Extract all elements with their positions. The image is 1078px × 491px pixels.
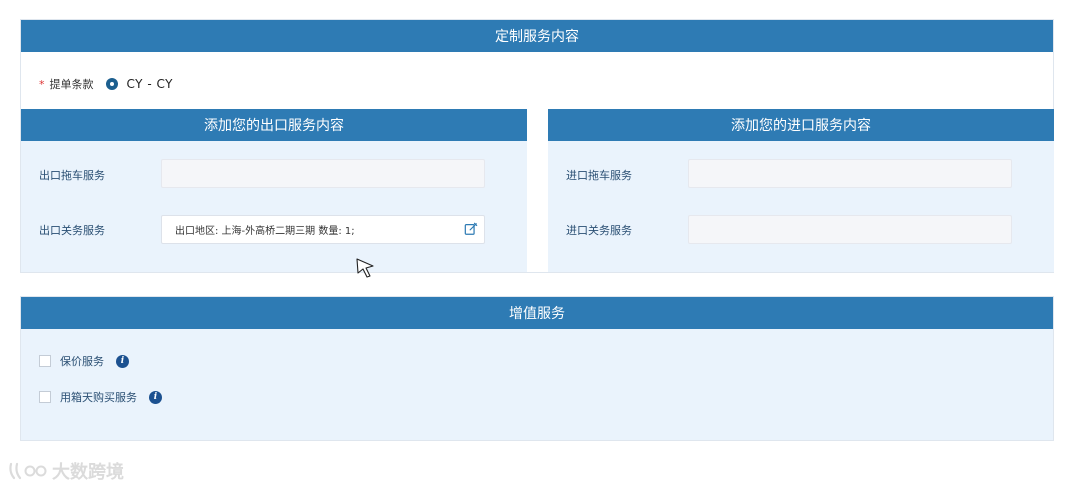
- container-days-checkbox[interactable]: [39, 391, 51, 403]
- value-added-section: 增值服务 保价服务 i 用箱天购买服务 i: [20, 296, 1054, 441]
- value-added-title-bar: 增值服务: [21, 297, 1053, 329]
- import-trucking-label: 进口拖车服务: [566, 169, 632, 182]
- import-customs-field[interactable]: [688, 215, 1012, 244]
- section-title-bar: 定制服务内容: [21, 20, 1053, 52]
- container-days-row: 用箱天购买服务 i: [39, 389, 162, 405]
- container-days-label[interactable]: 用箱天购买服务: [60, 389, 137, 405]
- mouse-pointer-icon: [356, 258, 374, 278]
- cy-cy-radio-label[interactable]: CY - CY: [127, 77, 173, 91]
- import-trucking-field[interactable]: [688, 159, 1012, 188]
- section-title: 定制服务内容: [495, 29, 579, 45]
- cy-cy-radio[interactable]: [105, 78, 118, 90]
- export-trucking-label: 出口拖车服务: [39, 169, 105, 182]
- export-panel-title: 添加您的出口服务内容: [204, 118, 344, 134]
- export-customs-label: 出口关务服务: [39, 224, 105, 237]
- insurance-service-row: 保价服务 i: [39, 353, 129, 369]
- import-panel-title: 添加您的进口服务内容: [731, 118, 871, 134]
- custom-service-section: 定制服务内容 * 提单条款 CY - CY 添加您的出口服务内容 出口拖车服务 …: [20, 19, 1054, 273]
- watermark-text: 大数跨境: [52, 462, 124, 483]
- bill-terms-row: * 提单条款 CY - CY: [39, 74, 173, 94]
- export-customs-field[interactable]: 出口地区: 上海-外高桥二期三期 数量: 1;: [161, 215, 485, 244]
- info-icon[interactable]: i: [149, 390, 162, 404]
- required-mark: *: [39, 77, 45, 91]
- bill-terms-label: 提单条款: [49, 78, 94, 91]
- export-customs-value: 出口地区: 上海-外高桥二期三期 数量: 1;: [175, 226, 355, 237]
- export-panel-title-bar: 添加您的出口服务内容: [21, 109, 527, 141]
- insurance-service-label[interactable]: 保价服务: [60, 353, 104, 369]
- watermark: 大数跨境: [8, 458, 124, 484]
- import-customs-label: 进口关务服务: [566, 224, 632, 237]
- info-icon[interactable]: i: [116, 354, 129, 368]
- import-panel-title-bar: 添加您的进口服务内容: [548, 109, 1054, 141]
- edit-icon[interactable]: [464, 222, 478, 236]
- watermark-logo-icon: [9, 462, 47, 480]
- export-trucking-field[interactable]: [161, 159, 485, 188]
- insurance-service-checkbox[interactable]: [39, 355, 51, 367]
- export-service-panel: 添加您的出口服务内容 出口拖车服务 出口关务服务 出口地区: 上海-外高桥二期三…: [21, 109, 527, 272]
- value-added-title: 增值服务: [509, 306, 565, 322]
- import-service-panel: 添加您的进口服务内容 进口拖车服务 进口关务服务: [548, 109, 1054, 272]
